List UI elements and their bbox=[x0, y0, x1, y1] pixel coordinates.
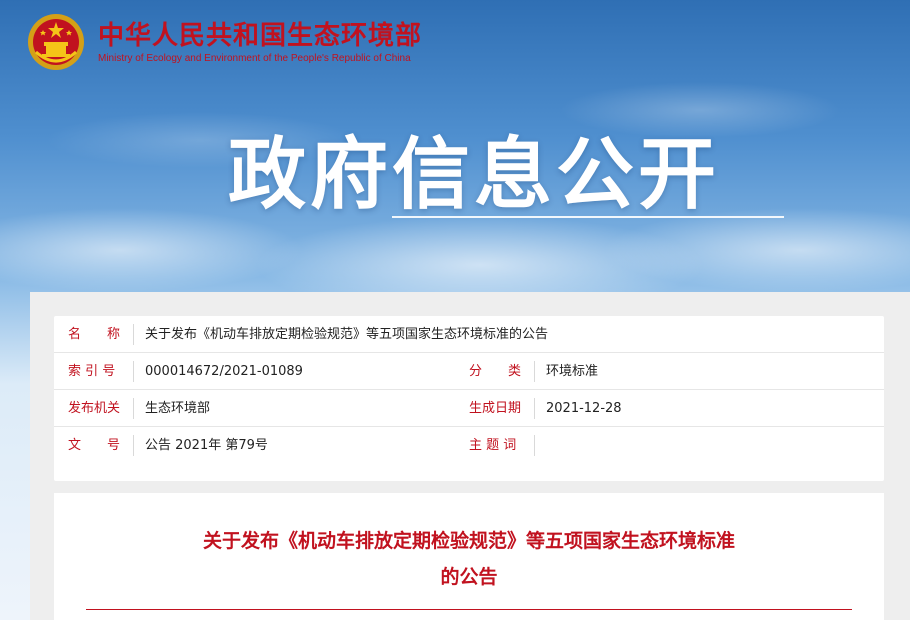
national-emblem-icon[interactable] bbox=[26, 12, 86, 72]
divider bbox=[534, 398, 535, 419]
article-title: 关于发布《机动车排放定期检验规范》等五项国家生态环境标准 的公告 bbox=[94, 523, 844, 595]
document-metadata-card: 名 称 关于发布《机动车排放定期检验规范》等五项国家生态环境标准的公告 索 引 … bbox=[54, 316, 884, 481]
divider bbox=[534, 361, 535, 382]
date-value: 2021-12-28 bbox=[546, 401, 622, 416]
site-name-en: Ministry of Ecology and Environment of t… bbox=[98, 52, 411, 64]
title-divider bbox=[86, 609, 852, 610]
content-area: 名 称 关于发布《机动车排放定期检验规范》等五项国家生态环境标准的公告 索 引 … bbox=[30, 292, 910, 620]
site-header: 中华人民共和国生态环境部 Ministry of Ecology and Env… bbox=[26, 12, 422, 72]
divider bbox=[133, 324, 134, 345]
article-title-line2: 的公告 bbox=[440, 566, 498, 588]
banner-title: 政府信息公开 bbox=[228, 130, 721, 220]
article-title-line1: 关于发布《机动车排放定期检验规范》等五项国家生态环境标准 bbox=[202, 530, 735, 552]
subject-label: 主 题 词 bbox=[469, 438, 517, 453]
meta-row-issuer: 发布机关 生态环境部 生成日期 2021-12-28 bbox=[54, 390, 884, 427]
meta-row-doc-number: 文 号 公告 2021年 第79号 主 题 词 bbox=[54, 427, 884, 464]
divider bbox=[534, 435, 535, 456]
site-brand[interactable]: 中华人民共和国生态环境部 Ministry of Ecology and Env… bbox=[98, 21, 422, 64]
issuer-value: 生态环境部 bbox=[145, 401, 211, 416]
doc-number-value: 公告 2021年 第79号 bbox=[145, 438, 268, 453]
category-value: 环境标准 bbox=[546, 364, 599, 379]
index-label: 索 引 号 bbox=[68, 364, 116, 379]
index-value: 000014672/2021-01089 bbox=[145, 364, 303, 379]
name-value: 关于发布《机动车排放定期检验规范》等五项国家生态环境标准的公告 bbox=[145, 327, 549, 342]
divider bbox=[133, 398, 134, 419]
divider bbox=[133, 361, 134, 382]
divider bbox=[133, 435, 134, 456]
name-label: 名 称 bbox=[68, 327, 121, 342]
meta-row-name: 名 称 关于发布《机动车排放定期检验规范》等五项国家生态环境标准的公告 bbox=[54, 316, 884, 353]
article-card: 关于发布《机动车排放定期检验规范》等五项国家生态环境标准 的公告 bbox=[54, 493, 884, 620]
site-name-cn: 中华人民共和国生态环境部 bbox=[98, 20, 423, 51]
meta-row-index: 索 引 号 000014672/2021-01089 分 类 环境标准 bbox=[54, 353, 884, 390]
banner-underline bbox=[392, 216, 784, 218]
issuer-label: 发布机关 bbox=[68, 401, 121, 416]
date-label: 生成日期 bbox=[469, 401, 522, 416]
doc-number-label: 文 号 bbox=[68, 438, 121, 453]
category-label: 分 类 bbox=[469, 364, 522, 379]
